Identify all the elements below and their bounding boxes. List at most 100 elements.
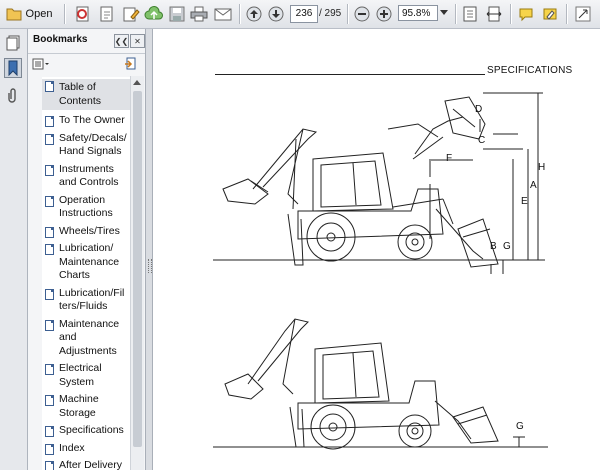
bookmark-item[interactable]: Machine Storage	[42, 393, 130, 420]
options-list-icon	[32, 58, 49, 70]
bookmark-page-icon	[45, 226, 54, 238]
collapse-panel-button[interactable]: ❮❮	[114, 34, 129, 48]
bookmark-page-icon	[45, 81, 54, 92]
splitter-grip-icon	[148, 259, 152, 273]
toolbar-separator	[566, 4, 567, 24]
email-button[interactable]	[212, 4, 234, 24]
bookmark-ribbon-icon	[8, 60, 18, 76]
toolbar-separator	[64, 4, 65, 24]
fit-width-icon	[486, 6, 502, 22]
open-button[interactable]: Open	[4, 4, 54, 24]
bookmark-page-icon	[45, 426, 54, 437]
backhoe-dimension-drawing-top	[213, 92, 548, 450]
bookmark-page-icon	[45, 195, 54, 207]
create-pdf-icon	[76, 6, 89, 22]
dimension-label: D	[475, 104, 483, 115]
panel-splitter[interactable]	[145, 29, 153, 470]
page-thumbnails-button[interactable]	[4, 33, 22, 53]
cloud-upload-icon	[144, 5, 163, 20]
expand-bookmark-button[interactable]	[124, 57, 138, 71]
bookmark-item[interactable]: Instruments and Controls	[42, 163, 130, 190]
bookmarks-scrollbar[interactable]	[130, 76, 144, 470]
toolbar-separator	[347, 4, 348, 24]
highlight-button[interactable]	[540, 4, 560, 24]
scroll-thumb[interactable]	[133, 91, 142, 447]
bookmark-item[interactable]: Lubrication/ Maintenance Charts	[42, 242, 130, 283]
previous-page-button[interactable]	[244, 4, 264, 24]
page-number-input[interactable]: 236	[290, 5, 318, 23]
zoom-out-button[interactable]	[352, 4, 372, 24]
bookmark-item[interactable]: Table of Contents	[42, 79, 130, 110]
bookmark-page-icon	[45, 244, 54, 255]
edit-document-icon	[100, 6, 113, 22]
comment-button[interactable]	[516, 4, 536, 24]
expand-toolbar-button[interactable]	[572, 4, 594, 24]
edit-button[interactable]	[96, 4, 118, 24]
speech-bubble-icon	[519, 8, 533, 22]
bookmark-options-button[interactable]	[32, 57, 50, 71]
bookmarks-toolbar	[28, 54, 145, 76]
save-button[interactable]	[167, 4, 187, 24]
save-icon	[169, 6, 185, 22]
dimension-label: G	[516, 421, 524, 432]
dimension-label: E	[521, 196, 528, 207]
dimension-label: F	[446, 153, 453, 164]
zoom-level-input[interactable]: 95.8%	[398, 5, 438, 21]
bookmark-item[interactable]: Wheels/Tires	[42, 225, 130, 239]
dimension-label: H	[538, 162, 546, 173]
cloud-upload-button[interactable]	[143, 4, 165, 24]
toolbar: Open 236 / 295 95.8%	[0, 0, 600, 29]
print-button[interactable]	[188, 4, 210, 24]
folder-icon	[6, 8, 22, 21]
toolbar-separator	[455, 4, 456, 24]
bookmark-page-icon	[45, 288, 54, 300]
fit-page-button[interactable]	[460, 4, 480, 24]
double-chevron-left-icon: ❮❮	[114, 36, 129, 46]
fit-page-icon	[463, 6, 477, 22]
bookmarks-panel: Bookmarks ❮❮ ✕ Table of Contents To The …	[28, 29, 146, 470]
printer-icon	[190, 6, 208, 22]
bookmark-page-icon	[45, 116, 54, 127]
scroll-up-icon[interactable]	[133, 80, 141, 85]
bookmark-item[interactable]: Maintenance and Adjustments	[42, 318, 130, 359]
zoom-dropdown-icon[interactable]	[440, 10, 448, 15]
expand-arrows-icon	[575, 6, 591, 22]
bookmark-expand-icon	[125, 57, 136, 70]
document-view[interactable]: SPECIFICATIONS D C F H A E B G G	[153, 29, 600, 470]
bookmark-page-icon	[45, 133, 54, 145]
dimension-label: C	[478, 135, 486, 146]
bookmarks-nav-button[interactable]	[4, 58, 22, 78]
bookmark-item[interactable]: Operation Instructions	[42, 194, 130, 221]
fit-width-button[interactable]	[484, 4, 504, 24]
close-icon: ✕	[134, 36, 141, 46]
zoom-in-button[interactable]	[374, 4, 394, 24]
bookmark-page-icon	[45, 319, 54, 331]
arrow-up-circle-icon	[246, 6, 262, 22]
pen-document-icon	[123, 7, 140, 22]
bookmark-item[interactable]: Electrical System	[42, 362, 130, 389]
panel-title: Bookmarks	[33, 34, 88, 45]
bookmarks-panel-header: Bookmarks ❮❮ ✕	[28, 29, 145, 54]
bookmark-page-icon	[45, 164, 54, 176]
create-pdf-button[interactable]	[72, 4, 94, 24]
bookmark-item[interactable]: Lubrication/Fil ters/Fluids	[42, 287, 130, 314]
bookmark-page-icon	[45, 395, 54, 406]
dimension-label: B	[490, 241, 497, 252]
minus-circle-icon	[354, 6, 370, 22]
sign-button[interactable]	[120, 4, 142, 24]
navigation-pane	[0, 29, 28, 470]
dimension-label: G	[503, 241, 511, 252]
open-label: Open	[25, 8, 53, 20]
attachments-button[interactable]	[4, 85, 22, 105]
bookmark-item[interactable]: To The Owner	[42, 114, 130, 128]
bookmark-item[interactable]: After Delivery	[42, 459, 130, 470]
close-panel-button[interactable]: ✕	[130, 34, 145, 48]
bookmark-item[interactable]: Specifications	[42, 424, 130, 438]
next-page-button[interactable]	[266, 4, 286, 24]
bookmark-page-icon	[45, 461, 54, 470]
bookmark-item[interactable]: Index	[42, 442, 130, 456]
dimension-label: A	[530, 180, 537, 191]
bookmark-item[interactable]: Safety/Decals/ Hand Signals	[42, 132, 130, 159]
paperclip-icon	[8, 88, 16, 103]
pages-icon	[6, 35, 20, 51]
